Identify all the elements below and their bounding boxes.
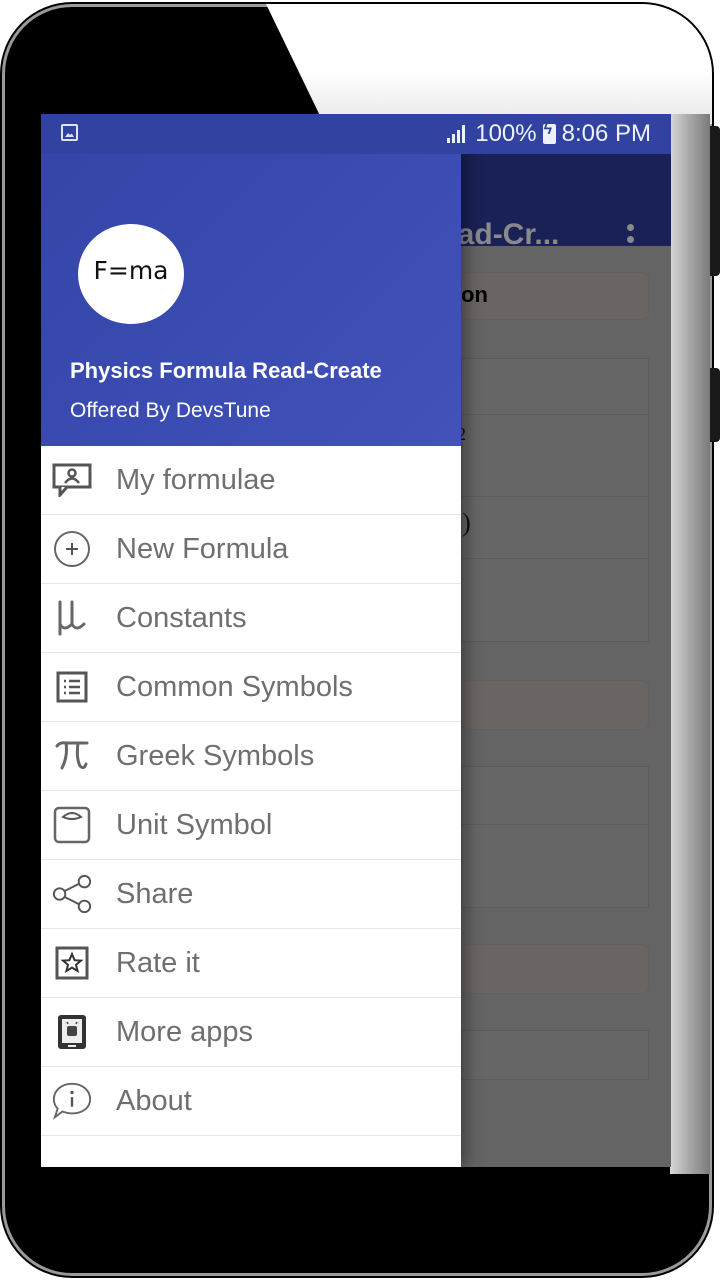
menu-item-label: Greek Symbols xyxy=(116,739,315,772)
menu-item-label: About xyxy=(116,1084,192,1117)
frame-side-glare xyxy=(670,114,710,1174)
menu-item-label: More apps xyxy=(116,1015,254,1048)
clock: 8:06 PM xyxy=(561,120,651,147)
pi-icon xyxy=(51,736,93,776)
navigation-drawer: F=ma Physics Formula Read-Create Offered… xyxy=(41,114,461,1167)
section-header-card xyxy=(461,272,649,320)
battery-charging-icon xyxy=(542,121,556,144)
formula-card[interactable] xyxy=(461,766,649,826)
menu-item-unit-symbol[interactable]: Unit Symbol xyxy=(41,791,461,860)
formula-card[interactable] xyxy=(461,824,649,908)
person-board-icon xyxy=(51,460,93,500)
formula-card[interactable] xyxy=(461,358,649,416)
menu-item-label: My formulae xyxy=(116,463,276,496)
star-box-icon xyxy=(51,943,93,983)
formula-card[interactable] xyxy=(461,496,649,560)
menu-item-about[interactable]: About xyxy=(41,1067,461,1136)
menu-item-greek-symbols[interactable]: Greek Symbols xyxy=(41,722,461,791)
battery-percent: 100% xyxy=(475,120,537,147)
mu-icon xyxy=(51,598,93,638)
list-icon xyxy=(51,667,93,707)
share-icon xyxy=(51,874,93,914)
menu-item-label: Share xyxy=(116,877,194,910)
menu-item-label: Common Symbols xyxy=(116,670,353,703)
menu-item-more-apps[interactable]: More apps xyxy=(41,998,461,1067)
scale-icon xyxy=(51,805,93,845)
status-bar: 100% 8:06 PM xyxy=(41,114,671,154)
app-logo: F=ma xyxy=(78,224,184,324)
add-circle-icon xyxy=(51,529,93,569)
info-bubble-icon xyxy=(51,1081,93,1121)
menu-item-my-formulae[interactable]: My formulae xyxy=(41,446,461,515)
section-heading: on xyxy=(461,282,488,307)
menu-item-label: Constants xyxy=(116,601,247,634)
gallery-icon xyxy=(61,124,78,141)
menu-item-common-symbols[interactable]: Common Symbols xyxy=(41,653,461,722)
section-header-card xyxy=(461,680,649,730)
menu-item-label: New Formula xyxy=(116,532,289,565)
app-name: Physics Formula Read-Create xyxy=(70,358,382,383)
menu-item-label: Rate it xyxy=(116,946,200,979)
drawer-header: F=ma Physics Formula Read-Create Offered… xyxy=(41,114,461,446)
menu-item-constants[interactable]: Constants xyxy=(41,584,461,653)
formula-card[interactable] xyxy=(461,558,649,642)
screen-glare xyxy=(266,4,712,124)
volume-button xyxy=(710,126,720,276)
drawer-menu: My formulae New Formula Constants Common… xyxy=(41,446,461,1136)
menu-item-label: Unit Symbol xyxy=(116,808,273,841)
section-header-card xyxy=(461,944,649,994)
menu-item-new-formula[interactable]: New Formula xyxy=(41,515,461,584)
signal-icon xyxy=(447,125,466,143)
app-logo-text: F=ma xyxy=(93,255,169,285)
formula-card[interactable] xyxy=(461,1030,649,1080)
phone-screen: ead-Cr... on 2 ₀) 100% 8:06 PM xyxy=(41,114,671,1167)
formula-card[interactable] xyxy=(461,414,649,498)
power-button xyxy=(710,368,720,442)
android-tablet-icon xyxy=(51,1012,93,1052)
menu-item-rate-it[interactable]: Rate it xyxy=(41,929,461,998)
menu-item-share[interactable]: Share xyxy=(41,860,461,929)
publisher: Offered By DevsTune xyxy=(70,399,271,422)
